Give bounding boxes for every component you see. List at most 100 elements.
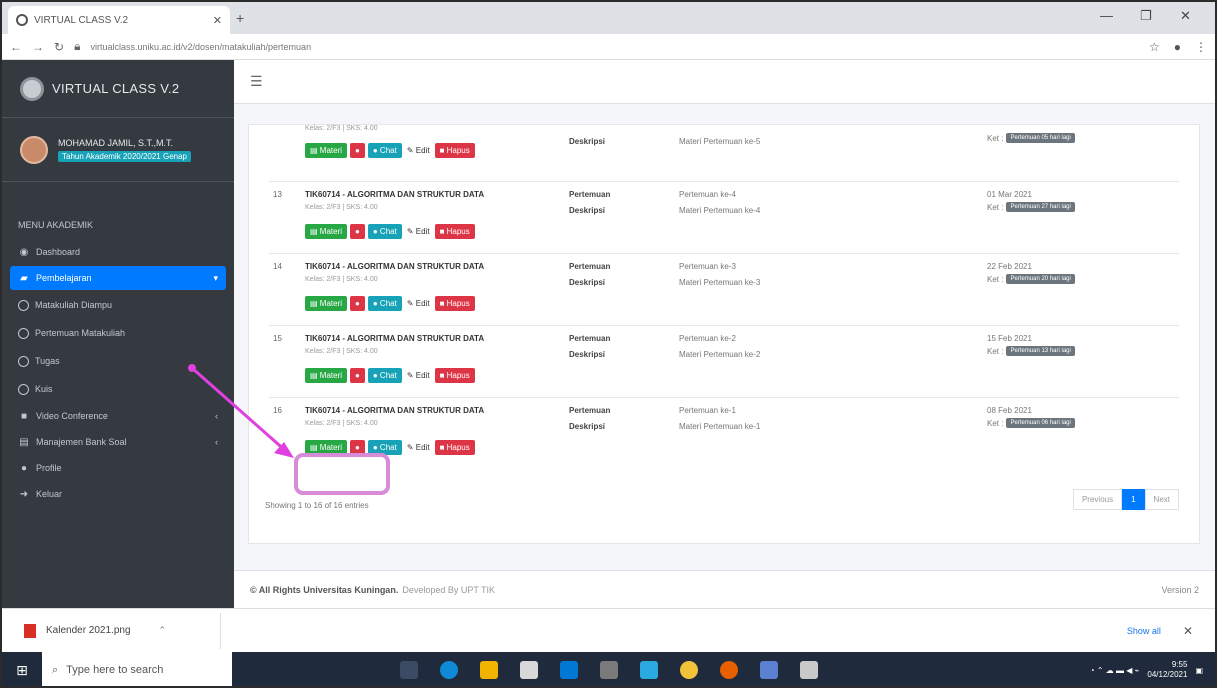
materi-button[interactable]: ▤ Materi — [305, 296, 348, 311]
app-icon[interactable] — [800, 661, 818, 679]
brand[interactable]: VIRTUAL CLASS V.2 — [2, 60, 234, 118]
lock-icon: 🔒︎ — [74, 39, 81, 53]
materi-button[interactable]: ▤ Materi — [305, 143, 348, 158]
sidebar-item-bank-soal[interactable]: ▤ Manajemen Bank Soal ‹ — [10, 430, 226, 454]
store-icon[interactable] — [520, 661, 538, 679]
pagination-previous[interactable]: Previous — [1072, 489, 1123, 510]
ket: Ket : Pertemuan 27 hari lagi — [987, 202, 1075, 212]
search-placeholder: Type here to search — [66, 664, 164, 676]
avatar — [20, 135, 48, 164]
taskbar-search[interactable]: ⌕ Type here to search — [42, 652, 232, 686]
tray-icons[interactable]: ◔ ⌃ ☁ ▬ ◀ ⌁ — [1090, 666, 1140, 675]
mail-icon[interactable] — [560, 661, 578, 679]
sidebar-item-pembelajaran[interactable]: ▰ Pembelajaran ▾ — [10, 266, 226, 290]
minimize-icon[interactable]: — — [1100, 8, 1113, 23]
edge-icon[interactable] — [440, 661, 458, 679]
user-panel[interactable]: MOHAMAD JAMIL, S.T.,M.T. Tahun Akademik … — [2, 118, 234, 182]
sidebar-item-label: Profile — [36, 463, 62, 473]
chat-button[interactable]: ● Chat — [367, 143, 402, 158]
pertemuan-label: Pertemuan — [569, 334, 611, 343]
maximize-icon[interactable]: ❐ — [1140, 8, 1152, 24]
clock[interactable]: 9:55 04/12/2021 — [1147, 660, 1187, 680]
sidebar-item-keluar[interactable]: ➜ Keluar — [10, 482, 226, 506]
sidebar-item-kuis[interactable]: Kuis — [10, 376, 226, 402]
pertemuan-value: Pertemuan ke-4 — [679, 190, 736, 199]
pertemuan-table-card: Kelas: 2/F3 | SKS: 4.00 ▤ Materi ● ● Cha… — [248, 124, 1200, 544]
hapus-button[interactable]: ■ Hapus — [434, 368, 475, 383]
circle-icon — [18, 383, 29, 395]
chevron-up-icon[interactable]: ⌃ — [159, 625, 167, 636]
menu-header: MENU AKADEMIK — [18, 220, 94, 230]
notification-icon[interactable]: ▣ — [1195, 666, 1203, 675]
table-row: 13 TIK60714 - ALGORITMA DAN STRUKTUR DAT… — [269, 181, 1179, 253]
materi-button[interactable]: ▤ Materi — [305, 368, 348, 383]
forward-icon[interactable]: → — [32, 40, 44, 54]
profile-icon[interactable]: ● — [1174, 40, 1181, 54]
pagination-page-1[interactable]: 1 — [1122, 489, 1145, 510]
hapus-button[interactable]: ■ Hapus — [434, 296, 475, 311]
chat-button[interactable]: ● Chat — [367, 368, 402, 383]
user-icon: ● — [20, 462, 28, 474]
app-icon[interactable] — [640, 661, 658, 679]
pertemuan-label: Pertemuan — [569, 262, 611, 271]
edit-button[interactable]: ✎ Edit — [405, 224, 432, 239]
chrome-icon[interactable] — [680, 661, 698, 679]
highlight-box — [294, 453, 390, 495]
sidebar-item-label: Video Conference — [36, 411, 108, 421]
close-tab-icon[interactable]: ✕ — [213, 14, 222, 27]
app-icon[interactable] — [760, 661, 778, 679]
reload-icon[interactable]: ↻ — [54, 40, 64, 54]
chat-button[interactable]: ● Chat — [367, 224, 402, 239]
hapus-button[interactable]: ■ Hapus — [434, 224, 475, 239]
sidebar-item-video-conference[interactable]: ■ Video Conference ‹ — [10, 404, 226, 428]
sidebar-item-profile[interactable]: ● Profile — [10, 456, 226, 480]
download-file-name[interactable]: Kalender 2021.png — [46, 625, 131, 636]
close-window-icon[interactable]: ✕ — [1180, 8, 1191, 24]
sidebar-item-pertemuan-matakuliah[interactable]: Pertemuan Matakuliah — [10, 320, 226, 346]
sidebar-item-label: Dashboard — [36, 247, 81, 257]
show-all-button[interactable]: Show all — [1127, 626, 1161, 636]
back-icon[interactable]: ← — [10, 40, 22, 54]
sidebar-item-label: Keluar — [36, 489, 63, 499]
close-icon[interactable]: ✕ — [1183, 624, 1193, 638]
file-explorer-icon[interactable] — [480, 661, 498, 679]
star-icon[interactable]: ☆ — [1149, 40, 1160, 54]
hapus-button[interactable]: ■ Hapus — [434, 440, 475, 455]
ket: Ket : Pertemuan 06 hari lagi — [987, 418, 1075, 428]
materi-button[interactable]: ▤ Materi — [305, 224, 348, 239]
hapus-button[interactable]: ■ Hapus — [434, 143, 475, 158]
sidebar-item-matakuliah-diampu[interactable]: Matakuliah Diampu — [10, 292, 226, 318]
ket-label: Ket : — [987, 202, 1004, 212]
materi-count-badge: ● — [350, 224, 365, 239]
table-row: 15 TIK60714 - ALGORITMA DAN STRUKTUR DAT… — [269, 325, 1179, 397]
edit-button[interactable]: ✎ Edit — [405, 368, 432, 383]
row-number: 16 — [273, 406, 282, 415]
pertemuan-value: Pertemuan ke-2 — [679, 334, 736, 343]
url-field[interactable]: virtualclass.uniku.ac.id/v2/dosen/mataku… — [90, 42, 1139, 52]
tab-title: VIRTUAL CLASS V.2 — [34, 14, 129, 26]
sidebar-item-dashboard[interactable]: ◉ Dashboard — [10, 240, 226, 264]
edit-button[interactable]: ✎ Edit — [405, 143, 432, 158]
app-icon[interactable] — [600, 661, 618, 679]
sidebar-item-tugas[interactable]: Tugas — [10, 348, 226, 374]
edit-button[interactable]: ✎ Edit — [405, 440, 432, 455]
table-row: 14 TIK60714 - ALGORITMA DAN STRUKTUR DAT… — [269, 253, 1179, 325]
browser-menu-icon[interactable]: ⋮ — [1195, 40, 1207, 54]
pagination-next[interactable]: Next — [1144, 489, 1179, 510]
new-tab-icon[interactable]: + — [236, 10, 244, 26]
firefox-icon[interactable] — [720, 661, 738, 679]
course-name: TIK60714 - ALGORITMA DAN STRUKTUR DATA — [305, 262, 485, 271]
chevron-left-icon: ‹ — [215, 437, 218, 447]
task-view-icon[interactable] — [400, 661, 418, 679]
course-class-info: Kelas: 2/F3 | SKS: 4.00 — [305, 348, 378, 355]
chevron-left-icon: ‹ — [215, 411, 218, 421]
browser-tab[interactable]: VIRTUAL CLASS V.2 ✕ — [8, 6, 230, 34]
divider — [220, 613, 221, 649]
course-class-info: Kelas: 2/F3 | SKS: 4.00 — [305, 204, 378, 211]
edit-button[interactable]: ✎ Edit — [405, 296, 432, 311]
hamburger-menu-icon[interactable]: ☰ — [250, 73, 263, 90]
chat-button[interactable]: ● Chat — [367, 296, 402, 311]
footer-version: Version 2 — [1161, 584, 1199, 595]
database-icon: ▤ — [19, 436, 29, 448]
windows-start-icon[interactable]: ⊞ — [2, 662, 42, 679]
